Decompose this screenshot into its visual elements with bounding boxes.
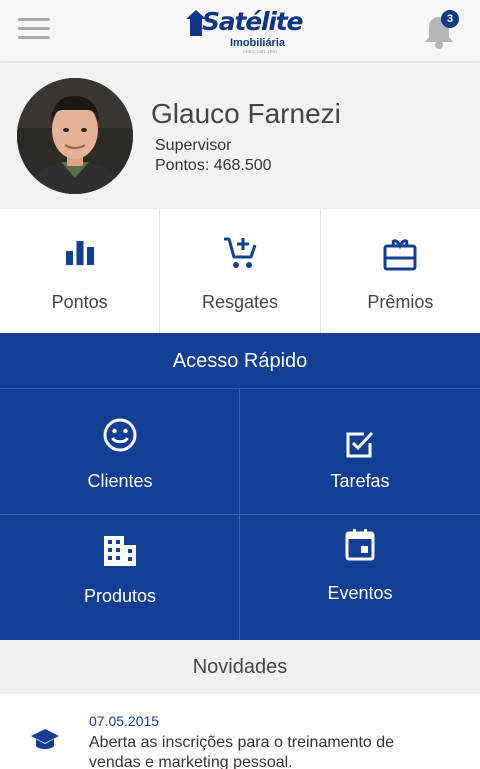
user-points: Pontos: 468.500 — [155, 157, 272, 174]
stats-row: Pontos Resgates Prêmios — [0, 209, 480, 333]
checkbox-icon — [346, 431, 374, 458]
tile-tarefas-button[interactable]: Tarefas — [240, 389, 480, 514]
calendar-icon — [345, 529, 375, 561]
tile-label: Clientes — [87, 471, 153, 491]
stat-resgates-button[interactable]: Resgates — [160, 209, 321, 333]
bar-chart-icon — [65, 241, 94, 265]
grid-divider — [0, 514, 480, 515]
user-role: Supervisor — [155, 137, 232, 154]
logo-subtitle: Imobiliária — [230, 37, 286, 49]
smiley-icon — [103, 418, 137, 452]
user-profile: Glauco Farnezi Supervisor Pontos: 468.50… — [0, 63, 480, 209]
building-icon — [104, 536, 136, 566]
avatar — [17, 78, 133, 194]
news-item[interactable]: 07.05.2015 Aberta as inscrições para o t… — [0, 694, 480, 769]
gift-card-icon — [383, 239, 417, 271]
news-section-title: Novidades — [0, 640, 480, 694]
quick-access-grid: Clientes Tarefas Produtos Eventos — [0, 389, 480, 640]
tile-clientes-button[interactable]: Clientes — [0, 389, 240, 514]
graduation-cap-icon — [31, 729, 59, 749]
news-text: Aberta as inscrições para o treinamento … — [89, 734, 395, 769]
news-date: 07.05.2015 — [89, 713, 160, 729]
tile-eventos-button[interactable]: Eventos — [240, 515, 480, 640]
stat-premios-button[interactable]: Prêmios — [321, 209, 480, 333]
stat-label: Pontos — [51, 292, 108, 312]
stat-label: Resgates — [201, 292, 279, 312]
user-name: Glauco Farnezi — [151, 98, 341, 129]
tile-label: Tarefas — [330, 471, 390, 491]
app-header: Satélite Imobiliária CRECI 2387-J RIO 3 — [0, 0, 480, 62]
stat-pontos-button[interactable]: Pontos — [0, 209, 161, 333]
tile-label: Eventos — [327, 583, 393, 603]
cart-add-icon — [223, 237, 257, 268]
company-logo: Satélite Imobiliária CRECI 2387-J RIO — [186, 6, 303, 54]
stat-label: Prêmios — [367, 292, 434, 312]
logo-brand: Satélite — [202, 7, 303, 36]
quick-access-title: Acesso Rápido — [0, 333, 480, 389]
tile-label: Produtos — [83, 586, 157, 606]
notification-count-badge: 3 — [441, 10, 459, 28]
logo-creci: CRECI 2387-J RIO — [243, 49, 278, 54]
hamburger-menu-icon[interactable] — [18, 18, 50, 42]
tile-produtos-button[interactable]: Produtos — [0, 515, 240, 640]
